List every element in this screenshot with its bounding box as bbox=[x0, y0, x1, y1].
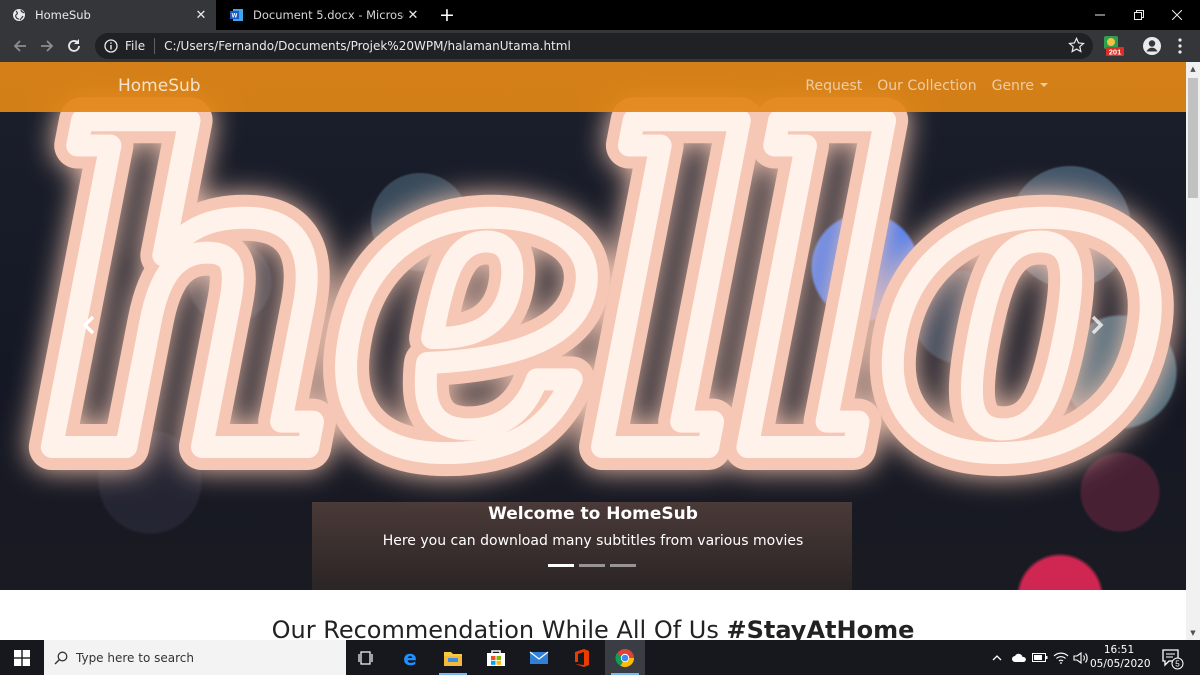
edge-icon[interactable]: e bbox=[390, 640, 430, 675]
volume-icon[interactable] bbox=[1071, 640, 1091, 675]
battery-icon[interactable] bbox=[1030, 640, 1050, 675]
info-icon[interactable] bbox=[104, 39, 118, 53]
bookmark-star-icon[interactable] bbox=[1068, 37, 1085, 54]
browser-tab-strip: HomeSub ✕ W Document 5.docx - Microsoft … bbox=[0, 0, 1200, 30]
divider bbox=[154, 38, 156, 54]
recommendation-hashtag: #StayAtHome bbox=[726, 616, 915, 640]
search-icon bbox=[54, 651, 68, 664]
file-explorer-icon[interactable] bbox=[433, 640, 473, 675]
back-icon[interactable] bbox=[8, 34, 32, 58]
clock-time: 16:51 bbox=[1103, 644, 1135, 656]
extension-badge: 201 bbox=[1109, 48, 1122, 57]
recommendation-section: Our Recommendation While All Of Us #Stay… bbox=[0, 590, 1186, 640]
scheme-label: File bbox=[125, 39, 146, 53]
carousel-indicator[interactable] bbox=[548, 564, 574, 567]
close-tab-icon[interactable]: ✕ bbox=[404, 8, 422, 23]
clock-date: 05/05/2020 bbox=[1090, 658, 1151, 670]
tab-title: Document 5.docx - Microsoft Wo bbox=[253, 8, 404, 22]
hello-core-text: hello bbox=[37, 62, 1153, 549]
chevron-left-icon bbox=[82, 315, 95, 335]
tab-title: HomeSub bbox=[35, 8, 91, 22]
globe-icon bbox=[12, 8, 26, 22]
recommendation-title-plain: Our Recommendation While All Of Us bbox=[271, 616, 727, 640]
taskbar-clock[interactable]: 16:51 05/05/2020 bbox=[1090, 643, 1151, 671]
action-center-icon[interactable]: 5 bbox=[1160, 646, 1184, 670]
mail-icon[interactable] bbox=[519, 640, 559, 675]
tray-chevron-up-icon[interactable] bbox=[988, 640, 1006, 675]
carousel-indicator[interactable] bbox=[579, 564, 605, 567]
address-bar[interactable]: File C:/Users/Fernando/Documents/Projek%… bbox=[95, 33, 1093, 59]
scroll-up-icon[interactable]: ▲ bbox=[1189, 65, 1197, 73]
page-scrollbar[interactable]: ▲ ▼ bbox=[1186, 62, 1200, 640]
reload-icon[interactable] bbox=[62, 34, 86, 58]
carousel-indicator[interactable] bbox=[610, 564, 636, 567]
scroll-down-icon[interactable]: ▼ bbox=[1189, 629, 1197, 637]
hero-carousel: hello hello Welcome to HomeSub Here you … bbox=[0, 62, 1186, 590]
nav-genre-dropdown[interactable]: Genre bbox=[992, 78, 1048, 94]
new-tab-button[interactable]: + bbox=[437, 4, 457, 26]
svg-text:e: e bbox=[403, 648, 417, 668]
site-brand[interactable]: HomeSub bbox=[118, 76, 201, 96]
url-text[interactable]: C:/Users/Fernando/Documents/Projek%20WPM… bbox=[164, 39, 571, 53]
wifi-icon[interactable] bbox=[1051, 640, 1071, 675]
web-page: hello hello Welcome to HomeSub Here you … bbox=[0, 62, 1186, 640]
close-tab-icon[interactable]: ✕ bbox=[192, 8, 210, 23]
carousel-next-button[interactable] bbox=[1087, 314, 1107, 336]
menu-kebab-icon[interactable] bbox=[1173, 37, 1187, 55]
taskbar-search-box[interactable]: Type here to search bbox=[44, 640, 346, 675]
store-icon[interactable] bbox=[476, 640, 516, 675]
site-navbar: HomeSub Request Our Collection Genre bbox=[0, 62, 1186, 112]
tab-document[interactable]: W Document 5.docx - Microsoft Wo ✕ bbox=[218, 0, 428, 30]
search-placeholder: Type here to search bbox=[76, 650, 194, 665]
onedrive-cloud-icon[interactable] bbox=[1009, 640, 1029, 675]
browser-toolbar: File C:/Users/Fernando/Documents/Projek%… bbox=[0, 30, 1200, 62]
notification-count: 5 bbox=[1175, 660, 1180, 669]
carousel-prev-button[interactable] bbox=[79, 314, 99, 336]
profile-icon[interactable] bbox=[1142, 36, 1162, 56]
carousel-indicators bbox=[548, 564, 636, 567]
windows-taskbar: Type here to search e 16:51 05/05/2020 5 bbox=[0, 640, 1200, 675]
svg-text:W: W bbox=[232, 14, 238, 20]
recommendation-title: Our Recommendation While All Of Us #Stay… bbox=[0, 616, 1186, 640]
office-icon[interactable] bbox=[562, 640, 602, 675]
nav-request[interactable]: Request bbox=[805, 78, 862, 94]
scroll-thumb[interactable] bbox=[1188, 78, 1198, 198]
word-icon: W bbox=[230, 8, 244, 22]
tab-homesub[interactable]: HomeSub ✕ bbox=[0, 0, 216, 30]
nav-links: Request Our Collection Genre bbox=[805, 78, 1048, 94]
task-view-icon[interactable] bbox=[346, 640, 386, 675]
hero-subheading: Here you can download many subtitles fro… bbox=[382, 533, 804, 549]
windows-start-icon[interactable] bbox=[0, 640, 44, 675]
forward-icon[interactable] bbox=[35, 34, 59, 58]
extension-icon[interactable]: 201 bbox=[1102, 35, 1124, 57]
nav-our-collection[interactable]: Our Collection bbox=[877, 78, 976, 94]
chrome-icon[interactable] bbox=[605, 640, 645, 675]
close-window-icon[interactable] bbox=[1154, 0, 1200, 30]
hero-heading: Welcome to HomeSub bbox=[488, 504, 698, 524]
chevron-right-icon bbox=[1091, 315, 1104, 335]
